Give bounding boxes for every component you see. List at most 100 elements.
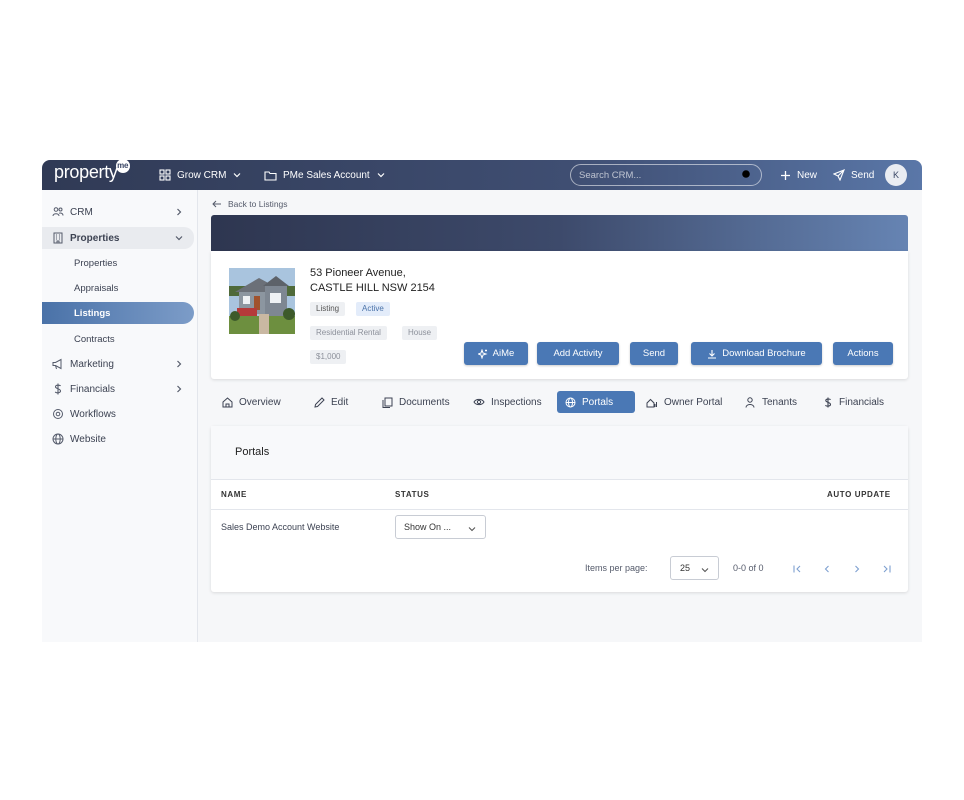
chevron-down-icon <box>701 568 709 573</box>
app-window: propertyme Grow CRM PMe Sales Account Ne… <box>42 160 922 642</box>
tab-label: Owner Portal <box>664 396 723 408</box>
building-icon <box>53 232 63 244</box>
header-divider <box>211 509 908 510</box>
search-icon[interactable] <box>741 169 753 181</box>
first-page-icon <box>793 565 801 573</box>
next-page-button[interactable] <box>851 562 863 574</box>
column-header-name[interactable]: NAME <box>221 490 247 499</box>
dollar-icon <box>54 383 62 395</box>
tab-overview[interactable]: Overview <box>214 391 289 413</box>
download-brochure-label: Download Brochure <box>722 348 806 359</box>
download-icon <box>708 349 717 359</box>
chevron-right-icon <box>177 208 182 216</box>
portals-panel-header: Portals <box>211 426 908 480</box>
eye-icon <box>473 398 485 406</box>
account-label: PMe Sales Account <box>283 169 370 181</box>
aime-label: AiMe <box>492 348 515 359</box>
page-range: 0-0 of 0 <box>733 563 764 573</box>
last-page-icon <box>883 565 891 573</box>
chevron-left-icon <box>824 565 829 573</box>
chevron-right-icon <box>177 360 182 368</box>
tab-portals[interactable]: Portals <box>557 391 635 413</box>
sidebar-sub-properties[interactable]: Properties <box>42 252 194 274</box>
workspace-label: Grow CRM <box>177 169 227 181</box>
workspace-switcher[interactable]: Grow CRM <box>159 160 242 190</box>
sidebar-item-website[interactable]: Website <box>42 428 194 450</box>
globe-icon <box>52 433 64 445</box>
tag-status: Active <box>356 302 390 316</box>
column-header-auto-update[interactable]: AUTO UPDATE <box>827 490 891 499</box>
home-icon <box>222 396 233 407</box>
logo-badge: me <box>115 160 130 173</box>
sidebar-sub-listings[interactable]: Listings <box>42 302 194 324</box>
sidebar-item-label: Marketing <box>70 358 114 370</box>
portal-status-select[interactable]: Show On ... <box>395 515 486 539</box>
chevron-right-icon <box>177 385 182 393</box>
sidebar-item-marketing[interactable]: Marketing <box>42 353 194 375</box>
paper-plane-icon <box>833 169 845 181</box>
top-bar: propertyme Grow CRM PMe Sales Account Ne… <box>42 160 922 190</box>
back-label: Back to Listings <box>228 199 288 209</box>
apps-grid-icon <box>159 169 171 181</box>
new-label: New <box>797 169 818 181</box>
logo[interactable]: propertyme <box>54 160 130 183</box>
tag-price: $1,000 <box>310 350 347 364</box>
search-input[interactable] <box>579 169 741 181</box>
actions-button[interactable]: Actions <box>833 342 893 365</box>
pencil-icon <box>314 396 325 408</box>
items-per-page-value: 25 <box>680 563 691 573</box>
send-button[interactable]: Send <box>630 342 678 365</box>
search-box <box>570 164 762 186</box>
send-top-label: Send <box>851 169 875 181</box>
sidebar-item-workflows[interactable]: Workflows <box>42 403 194 425</box>
add-activity-button[interactable]: Add Activity <box>537 342 619 365</box>
new-button[interactable]: New <box>780 160 817 190</box>
account-switcher[interactable]: PMe Sales Account <box>264 160 386 190</box>
sidebar-item-label: CRM <box>70 206 93 218</box>
column-header-status[interactable]: STATUS <box>395 490 429 499</box>
sidebar-item-properties[interactable]: Properties <box>42 227 194 249</box>
tab-documents[interactable]: Documents <box>374 391 458 413</box>
listing-card: 53 Pioneer Avenue, CASTLE HILL NSW 2154 … <box>211 251 908 379</box>
chevron-down-icon <box>468 527 476 532</box>
workflow-icon <box>53 409 63 419</box>
back-to-listings-link[interactable]: Back to Listings <box>212 199 288 209</box>
avatar[interactable]: K <box>885 164 907 186</box>
items-per-page-select[interactable]: 25 <box>670 556 719 580</box>
chevron-down-icon <box>234 173 241 178</box>
tab-label: Edit <box>331 396 349 408</box>
owner-portal-icon <box>646 398 657 407</box>
first-page-button[interactable] <box>791 562 803 574</box>
last-page-button[interactable] <box>881 562 893 574</box>
arrow-left-icon <box>212 200 221 208</box>
tab-financials[interactable]: Financials <box>815 391 892 413</box>
sidebar-item-label: Website <box>70 433 106 445</box>
sidebar-item-label: Financials <box>70 383 116 395</box>
send-top-button[interactable]: Send <box>833 160 874 190</box>
tab-label: Inspections <box>491 396 542 408</box>
collapse-sidebar-button[interactable]: « <box>50 640 57 642</box>
download-brochure-button[interactable]: Download Brochure <box>691 342 822 365</box>
tab-edit[interactable]: Edit <box>306 391 356 413</box>
globe-icon <box>565 397 576 407</box>
sidebar-sub-contracts[interactable]: Contracts <box>42 328 194 350</box>
sidebar-item-financials[interactable]: Financials <box>42 378 194 400</box>
tab-tenants[interactable]: Tenants <box>737 391 805 413</box>
tab-label: Tenants <box>762 396 798 408</box>
sidebar-item-crm[interactable]: CRM <box>42 201 194 223</box>
address-line-1: 53 Pioneer Avenue, <box>310 267 406 279</box>
previous-page-button[interactable] <box>821 562 833 574</box>
documents-icon <box>382 397 393 408</box>
items-per-page-label: Items per page: <box>585 563 648 573</box>
folder-icon <box>264 170 277 181</box>
sidebar: CRM Properties Properties Appraisals Lis… <box>42 190 198 642</box>
tab-label: Documents <box>399 396 450 408</box>
property-photo[interactable] <box>229 268 295 334</box>
chevron-right-icon <box>855 565 860 573</box>
tag-listing: Listing <box>310 302 346 316</box>
tab-owner-portal[interactable]: Owner Portal <box>638 391 730 413</box>
tag-category: Residential Rental <box>310 326 387 340</box>
aime-button[interactable]: AiMe <box>464 342 528 365</box>
sidebar-sub-appraisals[interactable]: Appraisals <box>42 277 194 299</box>
tab-inspections[interactable]: Inspections <box>465 391 550 413</box>
